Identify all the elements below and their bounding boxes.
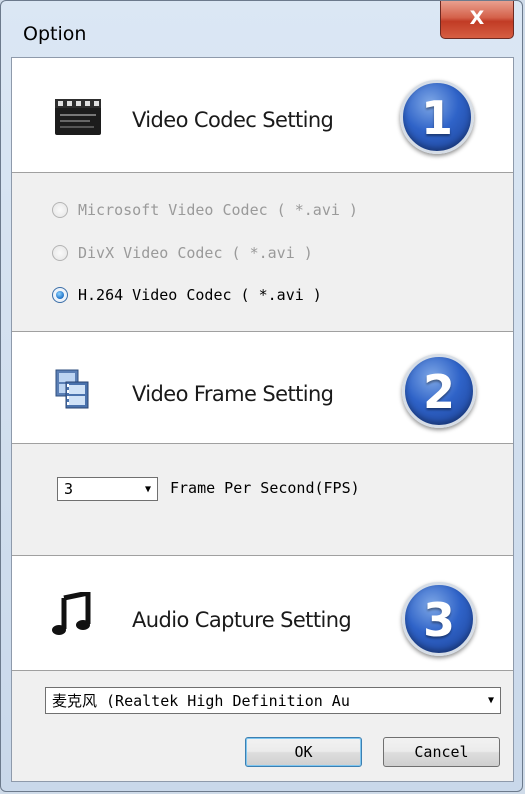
radio-label: DivX Video Codec ( *.avi ) [78,244,313,262]
step-badge-2: 2 [402,354,476,428]
step-badge-1: 1 [400,80,474,154]
radio-button[interactable] [52,245,68,261]
option-dialog: Option X Video Codec Setting 1 Microsoft… [0,0,523,792]
video-codec-header: Video Codec Setting 1 [12,58,513,173]
close-button[interactable]: X [440,1,514,39]
audio-device-value: 麦克风 (Realtek High Definition Au [52,692,350,710]
step-number: 3 [422,593,455,647]
section-title-audio-capture: Audio Capture Setting [132,608,352,632]
fps-label: Frame Per Second(FPS) [170,479,360,497]
codec-option-microsoft[interactable]: Microsoft Video Codec ( *.avi ) [52,199,358,221]
title-bar[interactable]: Option X [1,1,522,59]
chevron-down-icon[interactable]: ▼ [139,484,157,495]
step-number: 2 [422,365,455,419]
audio-device-select[interactable]: 麦克风 (Realtek High Definition Au ▼ [45,687,501,714]
fps-select-value: 3 [64,480,74,498]
cancel-button-label: Cancel [414,743,469,761]
radio-button[interactable] [52,202,68,218]
music-note-icon [52,592,91,635]
ok-button-label: OK [294,743,313,761]
chevron-down-icon[interactable]: ▼ [482,695,500,706]
ok-button[interactable]: OK [245,737,362,767]
video-frame-header: Video Frame Setting 2 [12,331,513,444]
audio-capture-header: Audio Capture Setting 3 [12,555,513,671]
close-icon: X [469,7,485,29]
fps-select[interactable]: 3 ▼ [57,477,158,501]
window-title: Option [23,23,87,45]
codec-option-divx[interactable]: DivX Video Codec ( *.avi ) [52,242,313,264]
clapperboard-icon [55,99,101,135]
codec-option-h264[interactable]: H.264 Video Codec ( *.avi ) [52,284,322,306]
section-title-video-codec: Video Codec Setting [132,108,334,132]
step-badge-3: 3 [402,582,476,656]
cancel-button[interactable]: Cancel [383,737,500,767]
radio-label: Microsoft Video Codec ( *.avi ) [78,201,358,219]
step-number: 1 [420,91,453,145]
section-title-video-frame: Video Frame Setting [132,382,334,406]
dialog-content: Video Codec Setting 1 Microsoft Video Co… [11,57,514,782]
radio-button-selected[interactable] [52,287,68,303]
film-frames-icon [55,369,89,409]
radio-label: H.264 Video Codec ( *.avi ) [78,286,322,304]
